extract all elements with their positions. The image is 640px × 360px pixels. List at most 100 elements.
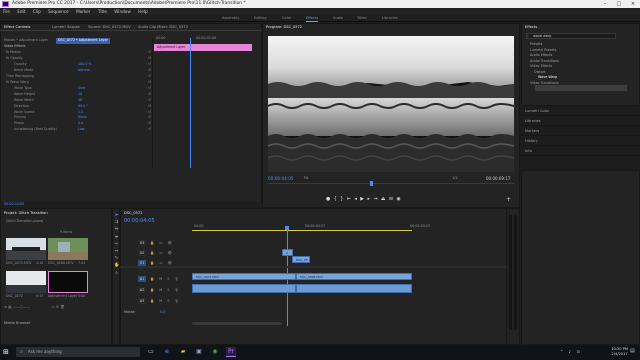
reset-parameter-icon[interactable]: ↺ xyxy=(148,74,151,78)
track-label[interactable]: A2 xyxy=(138,287,146,293)
menu-clip[interactable]: Clip xyxy=(33,9,41,14)
zoom-tool-icon[interactable]: ⌕ xyxy=(114,270,119,277)
clip-label[interactable]: DSC_0572 * Adjustment Layer xyxy=(56,38,110,44)
program-title[interactable]: Program: DSC_0572 xyxy=(266,24,302,30)
workspace-editing[interactable]: Editing xyxy=(254,15,267,22)
lift-icon[interactable]: ⏏ xyxy=(381,197,389,202)
timeline-scrollbar[interactable] xyxy=(192,322,282,325)
reset-parameter-icon[interactable]: ↺ xyxy=(148,50,151,54)
minimize-button[interactable]: – xyxy=(598,0,612,8)
program-timecode[interactable]: 00:00:04:05 xyxy=(268,176,294,181)
tab-media-browser[interactable]: Media Browser xyxy=(4,320,31,326)
effects-search-input[interactable]: wave warp xyxy=(526,33,616,39)
master-track-value[interactable]: 0.0 xyxy=(160,310,165,314)
thumb-2[interactable] xyxy=(48,238,88,260)
reset-parameter-icon[interactable]: ↺ xyxy=(148,56,151,60)
taskbar-clock[interactable]: 10:20 PM 2/4/2017 xyxy=(611,347,628,357)
slip-tool-icon[interactable]: ↔ xyxy=(114,248,119,255)
new-item-icon[interactable]: ⊞ xyxy=(56,305,59,309)
effect-row-value[interactable]: Sine xyxy=(78,86,85,92)
export-frame-icon[interactable]: ◉ xyxy=(397,197,405,202)
selection-tool-icon[interactable]: ➤ xyxy=(114,212,119,219)
track-toggle-icons[interactable]: 🔒 ▭ 👁 xyxy=(150,250,174,256)
effect-row-label[interactable]: Wave Width xyxy=(14,98,34,104)
program-scrub-bar[interactable] xyxy=(268,183,514,184)
playhead-handle[interactable] xyxy=(285,226,289,230)
reset-parameter-icon[interactable]: ↺ xyxy=(148,110,151,114)
zoom-slider[interactable]: ——○—— xyxy=(13,305,31,309)
workspace-effects[interactable]: Effects xyxy=(306,15,319,22)
reset-parameter-icon[interactable]: ↺ xyxy=(148,121,151,125)
timeline-timecode[interactable]: 00:00:04:05 xyxy=(124,218,155,224)
reset-parameter-icon[interactable]: ↺ xyxy=(148,115,151,119)
reset-parameter-icon[interactable]: ↺ xyxy=(148,68,151,72)
reset-parameter-icon[interactable]: ↺ xyxy=(148,86,151,90)
effect-row-label[interactable]: fx Opacity xyxy=(6,56,23,62)
effect-row-label[interactable]: Antialiasing (Best Quality) xyxy=(14,127,57,133)
icon-view-icon[interactable]: ▦ xyxy=(8,305,11,309)
effect-row-label[interactable]: Time Remapping xyxy=(6,74,34,80)
effect-row-value[interactable]: 10 xyxy=(78,92,82,98)
trash-icon[interactable]: 🗑 xyxy=(60,305,65,309)
effect-row-value[interactable]: 0.0 xyxy=(78,121,83,127)
system-tray-icons[interactable]: ⌃ ♪ ⊡ xyxy=(560,349,582,354)
add-marker-icon[interactable]: ● xyxy=(326,197,334,202)
effect-row-value[interactable]: Low xyxy=(78,127,85,133)
workspace-libraries[interactable]: Libraries xyxy=(382,15,398,22)
side-section-header[interactable]: Markers xyxy=(521,126,640,136)
clip-v2-small[interactable]: DSC_05 xyxy=(292,256,310,263)
track-toggle-icons[interactable]: 🔒 M S 🎙 xyxy=(150,287,181,293)
close-button[interactable]: × xyxy=(626,0,640,8)
new-bin-icon[interactable]: ▭ xyxy=(51,305,54,309)
workspace-titles[interactable]: Titles xyxy=(357,15,367,22)
sequence-tab[interactable]: DSC_0572 xyxy=(124,210,143,216)
track-label[interactable]: A1 xyxy=(138,276,146,282)
workspace-audio[interactable]: Audio xyxy=(333,15,343,22)
premiere-taskbar-icon[interactable]: Pr xyxy=(226,347,236,357)
taskbar-search-input[interactable]: Ask me anything xyxy=(16,347,140,357)
effect-row-value[interactable]: 1.0 xyxy=(78,110,83,116)
audio-clip-1[interactable] xyxy=(192,284,296,293)
adjustment-clip-v2[interactable]: A xyxy=(282,249,293,256)
menu-edit[interactable]: Edit xyxy=(17,9,25,14)
effect-row-label[interactable]: Pinning xyxy=(14,115,26,121)
thumb-1[interactable] xyxy=(6,238,46,260)
adjustment-layer-clip-bar[interactable]: Adjustment Layer xyxy=(154,44,252,51)
menu-sequence[interactable]: Sequence xyxy=(48,9,69,14)
go-to-out-icon[interactable]: ⇥ xyxy=(373,197,381,202)
track-toggle-icons[interactable]: 🔒 M S 🎙 xyxy=(150,298,181,304)
effect-row-value[interactable]: Normal xyxy=(78,68,90,74)
chrome-icon[interactable]: ◉ xyxy=(210,347,220,357)
menu-marker[interactable]: Marker xyxy=(76,9,90,14)
hand-tool-icon[interactable]: ✋ xyxy=(114,262,119,269)
effect-row-label[interactable]: fx Wave Warp xyxy=(6,80,29,86)
pen-tool-icon[interactable]: ✎ xyxy=(114,255,119,262)
effect-row-label[interactable]: Direction xyxy=(14,104,29,110)
workspace-assembly[interactable]: Assembly xyxy=(222,15,239,22)
reset-parameter-icon[interactable]: ↺ xyxy=(148,98,151,102)
side-section-header[interactable]: Lumetri Color xyxy=(521,106,640,116)
ec-playhead[interactable] xyxy=(190,38,191,168)
master-label[interactable]: Master * Adjustment Layer xyxy=(4,38,48,44)
menu-title[interactable]: Title xyxy=(98,9,107,14)
fit-dropdown[interactable]: Fit xyxy=(304,176,308,180)
track-toggle-icons[interactable]: 🔒 ▭ 👁 xyxy=(150,260,174,266)
track-toggle-icons[interactable]: 🔒 M S 🎙 xyxy=(150,276,181,282)
thumb-3[interactable] xyxy=(6,271,46,293)
program-playhead[interactable] xyxy=(370,181,373,186)
audio-clip-2[interactable] xyxy=(296,284,412,293)
ripple-edit-icon[interactable]: ⇹ xyxy=(114,226,119,233)
razor-tool-icon[interactable]: ✂ xyxy=(114,241,119,248)
add-button-icon[interactable]: + xyxy=(506,196,511,203)
reset-parameter-icon[interactable]: ↺ xyxy=(148,62,151,66)
effect-row-label[interactable]: Wave Speed xyxy=(14,110,34,116)
effect-row-value[interactable]: 100.0 % xyxy=(78,62,92,68)
effect-row-label[interactable]: Phase xyxy=(14,121,24,127)
reset-parameter-icon[interactable]: ↺ xyxy=(148,92,151,96)
track-label[interactable]: V2 xyxy=(138,250,146,256)
reset-parameter-icon[interactable]: ↺ xyxy=(148,80,151,84)
side-section-header[interactable]: History xyxy=(521,136,640,146)
edge-icon[interactable]: e xyxy=(162,347,172,357)
track-label[interactable]: V1 xyxy=(138,260,146,266)
effect-row-value[interactable]: None xyxy=(78,115,87,121)
